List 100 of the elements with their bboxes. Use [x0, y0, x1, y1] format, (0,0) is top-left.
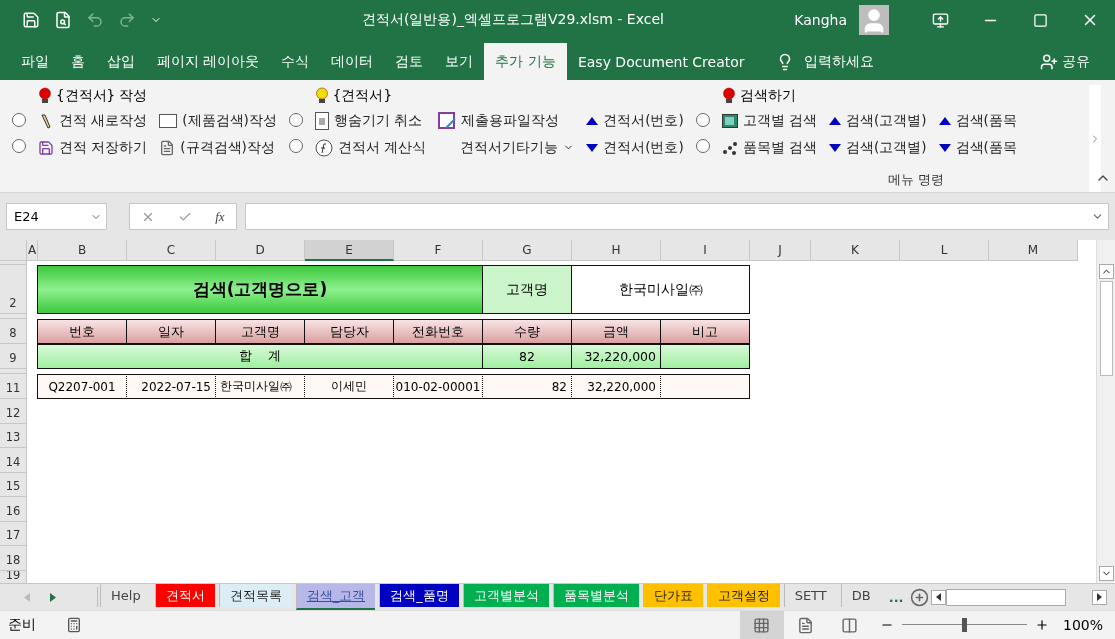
ribbon-command[interactable]: 검색(품목	[938, 136, 1017, 159]
row-header[interactable]: 12	[0, 399, 27, 424]
radio-button[interactable]	[695, 139, 710, 153]
ribbon-tab[interactable]: 데이터	[320, 43, 385, 80]
undo-icon[interactable]	[86, 11, 104, 29]
scroll-left-button[interactable]	[931, 589, 946, 605]
name-box[interactable]: E24	[6, 203, 107, 230]
zoom-level[interactable]: 100%	[1062, 617, 1103, 633]
more-sheets-button[interactable]: ...	[882, 584, 910, 610]
table-cell: 한국미사일㈜	[571, 265, 750, 314]
sheet-tab[interactable]: 견적목록	[218, 584, 292, 607]
group-label: 메뉴 명령	[888, 171, 945, 189]
ribbon-command[interactable]: 견적서 계산식	[314, 136, 427, 159]
radio-button[interactable]	[288, 139, 303, 153]
column-header[interactable]: C	[127, 240, 216, 261]
ribbon-command[interactable]: 견적 저장하기	[38, 136, 148, 159]
ribbon-tab[interactable]: 삽입	[96, 43, 146, 80]
ribbon-tab[interactable]: 홈	[60, 43, 96, 80]
up-arrow-icon	[586, 116, 599, 125]
sheet-tab[interactable]: Help	[100, 584, 151, 607]
column-header[interactable]: A	[27, 240, 38, 261]
maximize-icon[interactable]	[1032, 12, 1048, 28]
new-sheet-icon[interactable]	[909, 587, 929, 607]
column-header[interactable]: M	[989, 240, 1078, 261]
scroll-up-button[interactable]	[1098, 264, 1114, 279]
scroll-right-button[interactable]	[1092, 589, 1107, 605]
ribbon-tab[interactable]: 보기	[434, 43, 485, 80]
table-cell: 2022-07-15	[126, 374, 216, 399]
row-header[interactable]: 16	[0, 497, 27, 522]
ribbon-command[interactable]: (규격검색)작성	[159, 136, 277, 159]
ribbon-tab[interactable]: 파일	[10, 43, 60, 80]
dropdown-button[interactable]: 견적서기타기능	[438, 136, 575, 159]
row-header[interactable]: 14	[0, 448, 27, 473]
group-header: 검색하기	[739, 87, 796, 105]
redo-icon[interactable]	[118, 11, 136, 29]
ribbon-command[interactable]: 검색(고객별)	[829, 109, 927, 132]
macro-icon[interactable]	[66, 617, 82, 633]
sheet-tab[interactable]: 검색_고객	[295, 584, 376, 610]
row-header[interactable]: 18	[0, 546, 27, 571]
scroll-thumb[interactable]	[946, 588, 1066, 606]
table-cell: 82	[482, 374, 572, 399]
column-header[interactable]: L	[900, 240, 989, 261]
column-header[interactable]: F	[394, 240, 483, 261]
ribbon-command[interactable]: 견적서(번호)	[586, 136, 684, 159]
normal-view-button[interactable]	[739, 610, 784, 639]
column-header[interactable]: K	[811, 240, 900, 261]
row-header[interactable]: 8	[0, 319, 27, 344]
column-header[interactable]: B	[38, 240, 127, 261]
row-header[interactable]: 13	[0, 423, 27, 448]
sheet-tab[interactable]: 단가표	[642, 584, 703, 607]
sheet-tab[interactable]: 견적서	[154, 584, 215, 607]
sheet-tab[interactable]: 고객설정	[706, 584, 780, 607]
ribbon-command[interactable]: 검색(품목	[938, 109, 1017, 132]
next-sheet-icon[interactable]	[50, 592, 56, 602]
ribbon-command[interactable]: 행숨기기 취소	[314, 109, 427, 132]
ribbon-command[interactable]: 견적 새로작성	[38, 109, 148, 132]
row-header[interactable]: 15	[0, 472, 27, 497]
page-icon	[797, 616, 815, 634]
column-header[interactable]: J	[750, 240, 811, 261]
column-header[interactable]: H	[572, 240, 661, 261]
row-header[interactable]: 17	[0, 521, 27, 546]
radio-button[interactable]	[288, 113, 303, 127]
tell-me-field[interactable]: 입력하세요	[803, 52, 874, 71]
sheet-tab[interactable]: SETT	[783, 584, 837, 607]
scroll-thumb[interactable]	[1099, 281, 1113, 376]
ribbon-command[interactable]: (제품검색)작성	[159, 109, 277, 132]
zoom-in-icon[interactable]	[1034, 618, 1049, 632]
ribbon-command[interactable]: 제출용파일작성	[438, 109, 575, 132]
ribbon-tab[interactable]: 추가 기능	[484, 43, 567, 80]
ribbon-tab[interactable]: Easy Document Creator	[566, 43, 756, 80]
column-header[interactable]: D	[216, 240, 305, 261]
radio-button[interactable]	[695, 113, 710, 127]
ribbon-tab[interactable]: 검토	[384, 43, 435, 80]
ribbon-command[interactable]: 품목별 검색	[721, 136, 817, 159]
share-button[interactable]: 공유	[1040, 43, 1090, 80]
scroll-down-button[interactable]	[1098, 566, 1114, 581]
column-heading: 번호	[37, 319, 127, 344]
ribbon-command[interactable]: 견적서(번호)	[586, 109, 684, 132]
column-header[interactable]: I	[661, 240, 750, 261]
sheet-tab[interactable]: 검색_품명	[379, 584, 459, 607]
zoom-thumb[interactable]	[962, 618, 968, 632]
insert-function-icon[interactable]: fx	[215, 208, 225, 225]
row-header[interactable]: 11	[0, 374, 27, 399]
ribbon-command[interactable]: 고객별 검색	[721, 109, 817, 132]
ribbon-display-icon[interactable]	[931, 11, 949, 29]
print-preview-icon[interactable]	[54, 11, 72, 29]
column-header[interactable]: E	[305, 240, 394, 261]
up-arrow-icon	[829, 116, 841, 125]
row-header[interactable]: 9	[0, 344, 27, 369]
save-icon	[38, 139, 54, 156]
radio-button[interactable]	[12, 139, 26, 153]
ribbon-command[interactable]: 검색(고객별)	[829, 136, 927, 159]
radio-button[interactable]	[12, 113, 26, 127]
ribbon-tab[interactable]: 페이지 레이아웃	[146, 43, 271, 80]
formula-field[interactable]	[245, 203, 1109, 230]
sheet-tab[interactable]: DB	[840, 584, 881, 607]
ribbon-tab[interactable]: 수식	[270, 43, 321, 80]
save-icon[interactable]	[22, 11, 40, 29]
column-header[interactable]: G	[483, 240, 572, 261]
row-header[interactable]: 2	[0, 265, 27, 314]
